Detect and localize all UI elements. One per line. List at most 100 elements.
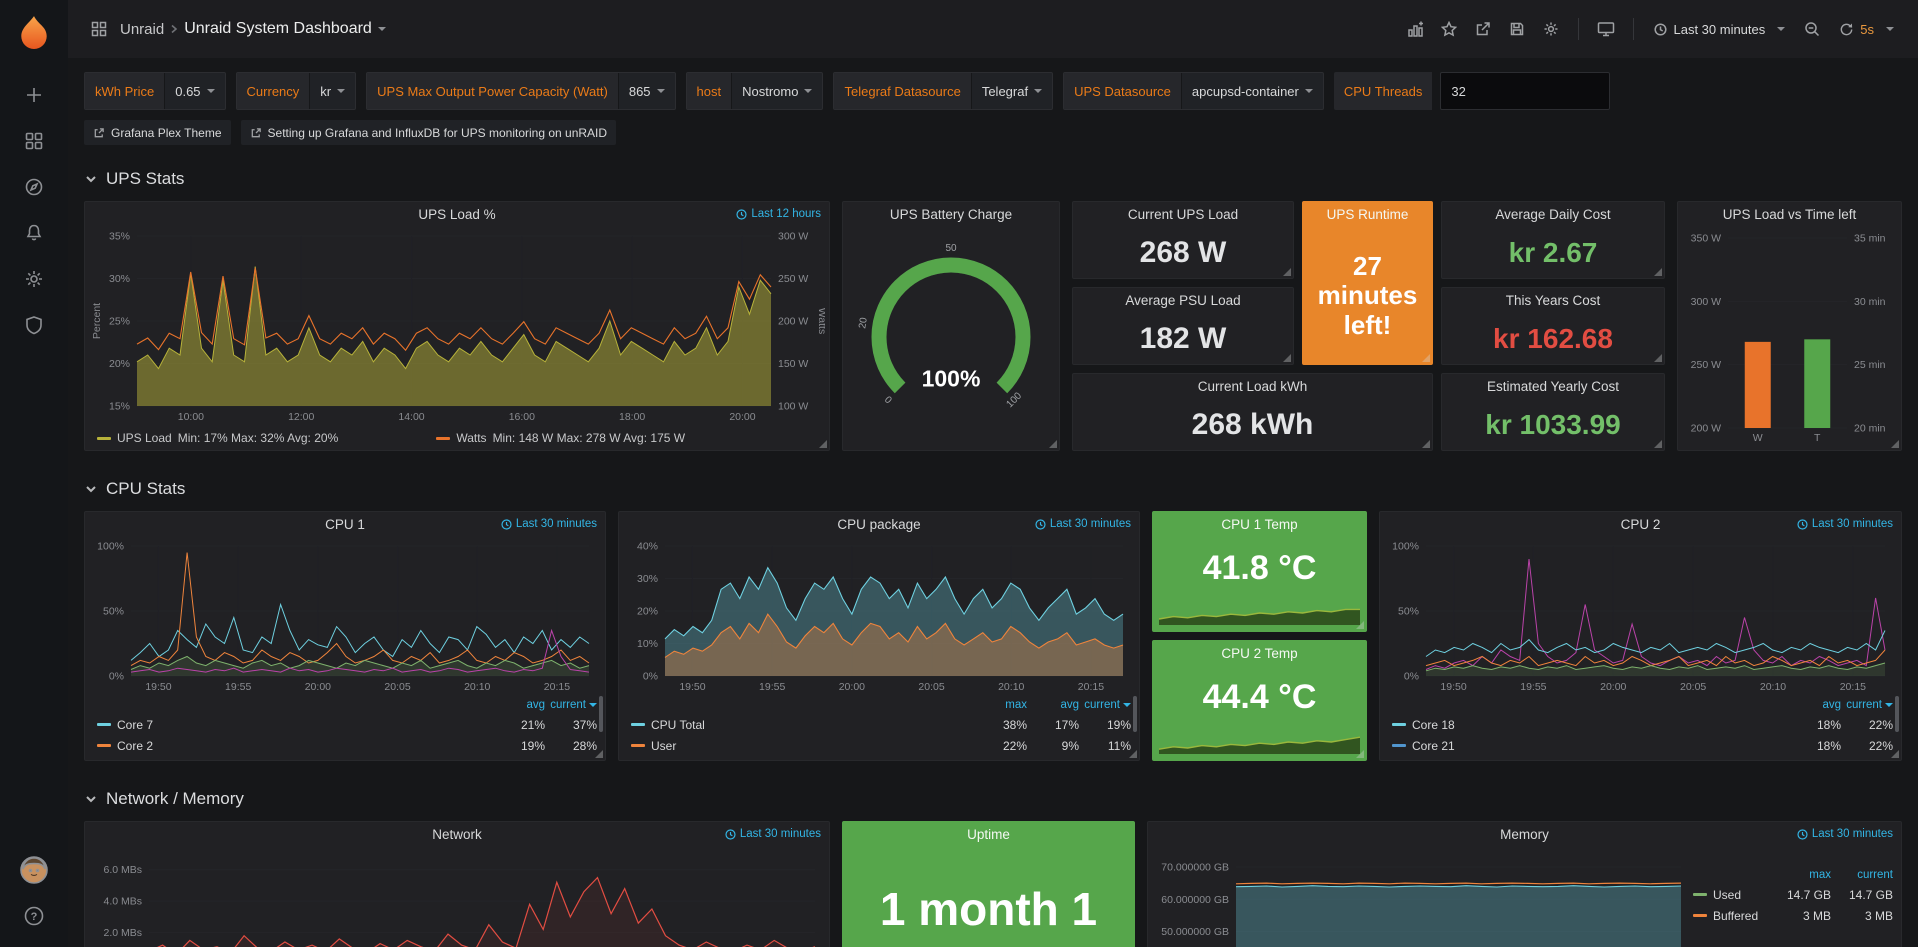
svg-text:19:50: 19:50 [145,681,171,693]
panel-title[interactable]: UPS Runtime [1303,202,1432,228]
legend-scrollbar[interactable] [1895,696,1899,732]
battery-gauge[interactable]: 02050100100% [843,228,1059,450]
time-range-picker[interactable]: Last 30 minutes [1646,16,1793,43]
dashboards-icon[interactable] [0,118,68,164]
panel-title[interactable]: Current UPS Load [1073,202,1293,228]
panel-title[interactable]: UPS Load % [85,202,829,228]
cpu-package-chart[interactable]: 0%10%20%30%40%19:5019:5520:0020:0520:102… [623,538,1135,694]
variable-value[interactable]: Telegraf [972,73,1052,109]
variable-kwh-price[interactable]: kWh Price 0.65 [84,72,226,110]
variable-value[interactable]: apcupsd-container [1182,73,1323,109]
variable-telegraf-datasource[interactable]: Telegraf Datasource Telegraf [833,72,1053,110]
legend-row[interactable]: Core 21 18% 22% [1392,735,1893,756]
panel-current-ups-load: Current UPS Load 268 W [1072,201,1294,279]
cpu-threads-input[interactable] [1440,72,1610,110]
legend-item[interactable]: Watts Min: 148 W Max: 278 W Avg: 175 W [436,431,775,445]
breadcrumb-root[interactable]: Unraid [120,21,164,38]
panel-time-override[interactable]: Last 30 minutes [501,518,597,530]
panel-title[interactable]: CPU 2 Temp [1153,641,1366,667]
legend-col-max[interactable]: max [1769,869,1831,881]
help-icon[interactable]: ? [0,893,68,939]
legend-col-current[interactable]: current [1079,699,1131,711]
legend-row[interactable]: CPU Total 38% 17% 19% [631,714,1131,735]
legend-col-avg[interactable]: avg [1027,699,1079,711]
cycle-view-monitor-icon[interactable] [1591,14,1621,44]
panel-title[interactable]: Average PSU Load [1073,288,1293,314]
svg-text:20:00: 20:00 [729,411,755,423]
memory-chart[interactable]: 50.000000 GB60.000000 GB70.000000 GB [1152,848,1689,947]
legend-item[interactable]: UPS Load Min: 17% Max: 32% Avg: 20% [97,431,436,445]
network-chart[interactable]: 2.0 MBs4.0 MBs6.0 MBs [89,848,825,947]
variable-currency[interactable]: Currency kr [236,72,357,110]
panel-time-override[interactable]: Last 30 minutes [1797,518,1893,530]
svg-text:19:55: 19:55 [759,681,785,693]
variable-ups-max-output[interactable]: UPS Max Output Power Capacity (Watt) 865 [366,72,675,110]
zoom-out-icon[interactable] [1797,14,1827,44]
dashboard-link[interactable]: Grafana Plex Theme [84,120,231,145]
panel-time-override[interactable]: Last 30 minutes [1797,828,1893,840]
variable-value[interactable]: kr [310,73,355,109]
create-plus-icon[interactable] [0,72,68,118]
panel-title[interactable]: Estimated Yearly Cost [1442,374,1664,400]
legend-col-max[interactable]: max [975,699,1027,711]
panel-title[interactable]: Average Daily Cost [1442,202,1664,228]
legend-col-avg[interactable]: avg [1789,699,1841,711]
variable-value[interactable]: 0.65 [165,73,224,109]
legend-col-avg[interactable]: avg [493,699,545,711]
share-icon[interactable] [1468,14,1498,44]
star-icon[interactable] [1434,14,1464,44]
legend-row[interactable]: Core 7 21% 37% [97,714,597,735]
cpu1-chart[interactable]: 0%50%100%19:5019:5520:0020:0520:1020:15 [89,538,601,694]
grafana-logo[interactable] [12,10,56,54]
legend-scrollbar[interactable] [599,696,603,732]
apps-grid-icon[interactable] [84,14,114,44]
refresh-picker[interactable]: 5s [1831,16,1902,43]
ups-bar-chart[interactable]: 200 W250 W300 W350 W20 min25 min30 min35… [1682,228,1897,446]
variable-ups-datasource[interactable]: UPS Datasource apcupsd-container [1063,72,1324,110]
panel-title[interactable]: UPS Battery Charge [843,202,1059,228]
legend-scrollbar[interactable] [1133,696,1137,732]
cpu2-chart[interactable]: 0%50%100%19:5019:5520:0020:0520:1020:15 [1384,538,1897,694]
cpu1-temp-sparkline [1159,599,1360,625]
dashboard-link[interactable]: Setting up Grafana and InfluxDB for UPS … [241,120,617,145]
panel-time-override[interactable]: Last 30 minutes [1035,518,1131,530]
panel-title[interactable]: Current Load kWh [1073,374,1432,400]
ups-load-chart[interactable]: 15%20%25%30%35%100 W150 W200 W250 W300 W… [89,228,825,424]
dashboard-title[interactable]: Unraid System Dashboard [184,20,372,38]
legend-header: avg current [1392,696,1893,714]
panel-title[interactable]: Memory [1148,822,1901,848]
panel-title[interactable]: CPU 1 Temp [1153,512,1366,538]
section-ups-stats[interactable]: UPS Stats [84,165,1902,193]
variable-value[interactable]: Nostromo [732,73,822,109]
cpu-panels-row: CPU 1 Last 30 minutes 0%50%100%19:5019:5… [84,511,1902,761]
variable-value[interactable]: 865 [619,73,675,109]
settings-gear-icon[interactable] [1536,14,1566,44]
panel-time-override[interactable]: Last 12 hours [736,208,821,220]
save-icon[interactable] [1502,14,1532,44]
legend-col-current[interactable]: current [1831,869,1893,881]
panel-estimated-yearly-cost: Estimated Yearly Cost kr 1033.99 [1441,373,1665,451]
explore-compass-icon[interactable] [0,164,68,210]
variable-host[interactable]: host Nostromo [686,72,824,110]
section-network-memory[interactable]: Network / Memory [84,785,1902,813]
alerting-bell-icon[interactable] [0,210,68,256]
server-admin-shield-icon[interactable] [0,302,68,348]
legend-row[interactable]: Buffered 3 MB 3 MB [1693,905,1893,926]
add-panel-icon[interactable] [1400,14,1430,44]
legend-row[interactable]: Core 18 18% 22% [1392,714,1893,735]
section-cpu-stats[interactable]: CPU Stats [84,475,1902,503]
svg-text:35 min: 35 min [1854,233,1886,245]
user-avatar[interactable] [0,847,68,893]
panel-title[interactable]: Network [85,822,829,848]
configuration-gear-icon[interactable] [0,256,68,302]
panel-title[interactable]: UPS Load vs Time left [1678,202,1901,228]
legend-row[interactable]: User 22% 9% 11% [631,735,1131,756]
panel-title[interactable]: This Years Cost [1442,288,1664,314]
legend-row[interactable]: Used 14.7 GB 14.7 GB [1693,884,1893,905]
dashboard-caret-icon[interactable] [378,27,386,31]
legend-row[interactable]: Core 2 19% 28% [97,735,597,756]
panel-time-override[interactable]: Last 30 minutes [725,828,821,840]
panel-title[interactable]: Uptime [843,822,1134,848]
legend-col-current[interactable]: current [545,699,597,711]
legend-col-current[interactable]: current [1841,699,1893,711]
